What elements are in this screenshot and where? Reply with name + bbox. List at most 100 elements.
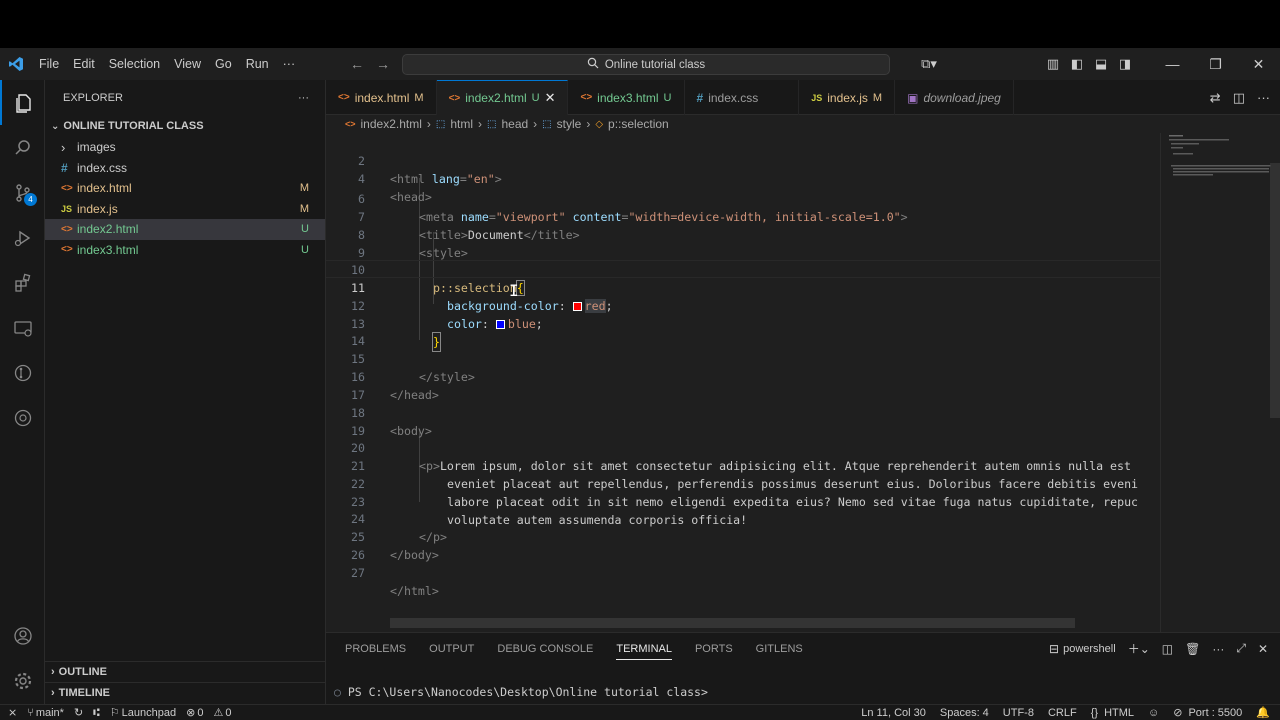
copilot-icon[interactable]: ⧉▾ [917,56,941,72]
breadcrumb-head[interactable]: head [501,117,528,131]
run-debug-icon[interactable] [0,215,45,260]
extensions-icon[interactable] [0,260,45,305]
tab-gitlens[interactable]: GITLENS [756,643,803,655]
tab-problems[interactable]: PROBLEMS [345,643,406,655]
tab-index-css[interactable]: # index.css [685,80,800,115]
more-actions-icon[interactable]: ··· [1212,642,1224,656]
menu-edit[interactable]: Edit [66,48,102,80]
command-center-search[interactable]: Online tutorial class [402,54,890,75]
horizontal-scrollbar[interactable] [390,618,1075,628]
git-branch[interactable]: main* [36,707,64,719]
bottom-panel: PROBLEMS OUTPUT DEBUG CONSOLE TERMINAL P… [326,632,1280,704]
breadcrumb-selector[interactable]: p::selection [608,117,669,131]
vertical-scrollbar[interactable] [1270,163,1280,418]
copilot-status-icon[interactable]: ☺ [1148,707,1159,719]
tree-item-index-css[interactable]: # index.css [45,158,325,179]
editor-actions: ⇄ ◫ ··· [1210,80,1270,115]
terminal-shell-label[interactable]: powershell [1063,643,1116,655]
close-panel-icon[interactable]: ✕ [1258,642,1268,656]
tree-item-label: images [77,140,116,155]
tree-item-images[interactable]: › images [45,137,325,158]
tree-item-index3-html[interactable]: <> index3.html U [45,240,325,261]
menu-selection[interactable]: Selection [102,48,167,80]
terminal-output[interactable]: ○ PS C:\Users\Nanocodes\Desktop\Online t… [334,685,708,699]
tab-terminal[interactable]: TERMINAL [616,643,672,660]
tab-index2-html[interactable]: <> index2.html U ✕ [436,80,569,115]
tab-download-jpeg[interactable]: ▣ download.jpeg [895,80,1014,115]
warning-count[interactable]: 0 [225,707,231,719]
source-control-icon[interactable]: 4 [0,170,45,215]
error-count[interactable]: 0 [197,707,203,719]
launchpad-label[interactable]: Launchpad [122,707,176,719]
workspace-folder[interactable]: ⌄ ONLINE TUTORIAL CLASS [45,115,325,137]
split-editor-icon[interactable]: ◫ [1233,90,1245,106]
toggle-primary-sidebar-icon[interactable]: ◧ [1065,56,1089,72]
back-arrow-icon[interactable]: ← [350,56,364,72]
open-changes-icon[interactable]: ⇄ [1210,90,1221,106]
restore-icon[interactable]: ❐ [1194,56,1237,73]
toggle-secondary-sidebar-icon[interactable]: ◨ [1113,56,1137,72]
gitlens-icon[interactable] [0,350,45,395]
notifications-bell-icon[interactable]: 🔔 [1256,706,1270,719]
search-view-icon[interactable] [0,125,45,170]
maximize-panel-icon[interactable]: ⤢ [1236,641,1246,656]
tab-index-js[interactable]: JS index.js M [799,80,896,115]
menu-file[interactable]: File [32,48,66,80]
trash-icon[interactable]: 🗑 [1185,642,1200,656]
code-line: 9 [326,226,1160,260]
graph-icon[interactable]: ⑆ [93,707,100,719]
accounts-icon[interactable] [0,613,45,658]
customize-layout-icon[interactable]: ▥ [1041,56,1065,72]
settings-gear-icon[interactable] [0,658,45,703]
encoding[interactable]: UTF-8 [1003,707,1034,719]
code-line: 19 [326,404,1160,438]
remote-indicator-icon[interactable]: ⨯ [8,706,17,719]
outline-section[interactable]: › OUTLINE [45,661,326,682]
tab-ports[interactable]: PORTS [695,643,733,655]
new-terminal-icon[interactable]: ＋⌄ [1128,640,1150,657]
indentation[interactable]: Spaces: 4 [940,707,989,719]
tree-item-index-js[interactable]: JS index.js M [45,199,325,220]
tab-output[interactable]: OUTPUT [429,643,474,655]
minimap[interactable] [1160,133,1271,632]
sync-icon[interactable]: ↻ [74,706,83,719]
tree-item-index2-html[interactable]: <> index2.html U [45,219,325,240]
minimize-icon[interactable]: — [1151,56,1194,73]
tab-debug-console[interactable]: DEBUG CONSOLE [497,643,593,655]
explorer-icon[interactable] [0,80,45,125]
menu-go[interactable]: Go [208,48,239,80]
error-icon: ⊗ [186,707,196,719]
timeline-section[interactable]: › TIMELINE [45,682,326,703]
breadcrumb-html[interactable]: html [450,117,473,131]
more-actions-icon[interactable]: ··· [1257,90,1270,105]
explorer-more-icon[interactable]: ··· [298,92,309,104]
breadcrumb-file[interactable]: index2.html [361,117,422,131]
menu-run[interactable]: Run [239,48,276,80]
code-line: 15 </style> [326,332,1160,384]
tab-index-html[interactable]: <> index.html M [326,80,437,115]
html-file-icon: <> [448,92,461,104]
menu-view[interactable]: View [167,48,208,80]
code-line: 12 color: blue; [326,279,1160,331]
untracked-badge: U [301,243,309,256]
close-tab-icon[interactable]: ✕ [545,90,556,106]
code-line: 27 </html> [326,546,1160,598]
tree-item-index-html[interactable]: <> index.html M [45,178,325,199]
menu-more[interactable]: ··· [276,48,303,80]
remote-explorer-icon[interactable] [0,305,45,350]
code-editor[interactable]: 2 <html lang="en"> 4 <head> 6 <meta name… [326,133,1280,632]
forward-arrow-icon[interactable]: → [376,56,390,72]
untracked-badge: U [301,223,309,236]
cursor-position[interactable]: Ln 11, Col 30 [861,707,926,719]
end-of-line[interactable]: CRLF [1048,707,1077,719]
tab-index3-html[interactable]: <> index3.html U [568,80,685,115]
code-line: 2 <html lang="en"> [326,134,1160,186]
gitlens-inspect-icon[interactable] [0,395,45,440]
close-window-icon[interactable]: ✕ [1237,56,1280,73]
toggle-panel-icon[interactable]: ⬓ [1089,56,1113,72]
live-server-port[interactable]: Port : 5500 [1188,707,1242,719]
language-mode[interactable]: HTML [1104,707,1134,719]
js-file-icon: JS [61,203,73,214]
split-terminal-icon[interactable]: ◫ [1162,642,1173,656]
breadcrumb-style[interactable]: style [557,117,582,131]
